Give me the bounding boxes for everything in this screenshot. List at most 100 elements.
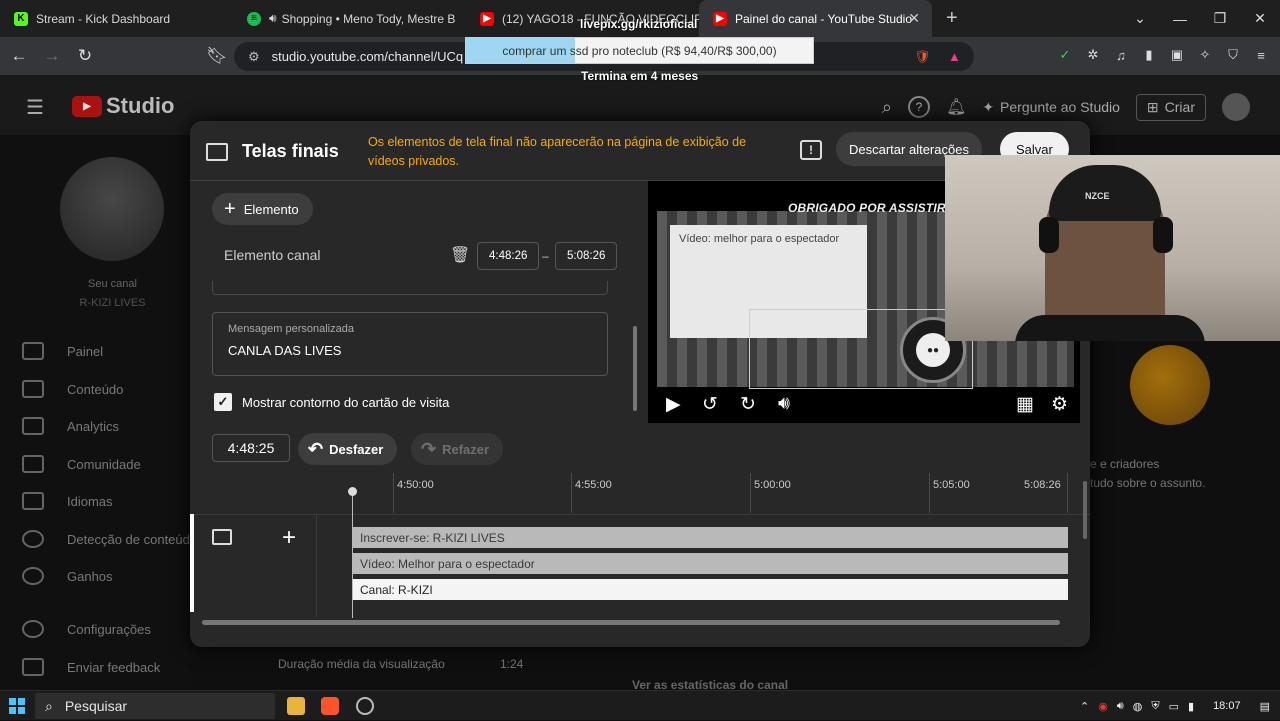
- hamburger-menu-icon[interactable]: ☰: [26, 95, 44, 120]
- file-explorer-icon[interactable]: [287, 697, 305, 715]
- undo-button[interactable]: ↶ Desfazer: [298, 433, 398, 465]
- clock[interactable]: 18:07: [1213, 700, 1241, 712]
- browser-tab-shopping[interactable]: ≡ 🔊︎ Shopping • Meno Tody, Mestre B: [233, 0, 466, 37]
- menu-icon[interactable]: ≡: [1252, 46, 1270, 64]
- sidebar-item-ganhos[interactable]: Ganhos: [22, 567, 113, 585]
- sidebar-item-comunidade[interactable]: Comunidade: [22, 455, 141, 473]
- chevron-up-icon[interactable]: ⌃: [1080, 700, 1089, 713]
- timeline-horizontal-scrollbar[interactable]: [202, 620, 1060, 625]
- show-outline-checkbox[interactable]: ✓: [214, 393, 232, 411]
- display-icon[interactable]: ▭: [1169, 700, 1179, 713]
- custom-message-field[interactable]: Mensagem personalizada CANLA DAS LIVES: [212, 312, 608, 376]
- brave-rewards-icon[interactable]: ▲: [948, 49, 961, 64]
- sidebar-item-feedback[interactable]: Enviar feedback: [22, 658, 160, 676]
- subtitles-icon: [22, 492, 44, 510]
- search-icon[interactable]: ⌕: [882, 97, 892, 118]
- feedback-icon: [22, 658, 44, 676]
- trash-icon[interactable]: 🗑︎: [450, 245, 470, 265]
- close-window-button[interactable]: ✕: [1240, 10, 1280, 27]
- sidebar-item-analytics[interactable]: Analytics: [22, 417, 119, 435]
- windows-start-icon[interactable]: [9, 698, 25, 714]
- timeline-track-video[interactable]: Vídeo: Melhor para o espectador: [353, 553, 1068, 574]
- sidebar-item-conteudo[interactable]: Conteúdo: [22, 380, 123, 398]
- browser-tab-kick[interactable]: K Stream - Kick Dashboard: [0, 0, 233, 37]
- notifications-icon[interactable]: ▤: [1260, 700, 1270, 713]
- brave-shield-icon[interactable]: 🛡︎: [914, 49, 931, 65]
- new-tab-button[interactable]: +: [946, 7, 958, 30]
- feedback-icon[interactable]: !: [800, 140, 822, 160]
- add-element-button[interactable]: + Elemento: [212, 193, 313, 225]
- channel-avatar[interactable]: [60, 157, 164, 261]
- bookmark-icon[interactable]: 🔖︎: [203, 46, 231, 66]
- bell-icon[interactable]: 🔔︎: [946, 97, 966, 117]
- music-icon[interactable]: ♫: [1112, 46, 1130, 64]
- editor-scrollbar[interactable]: [633, 326, 637, 411]
- timeline-track-subscribe[interactable]: Inscrever-se: R-KIZI LIVES: [353, 527, 1068, 548]
- sidebar-icon[interactable]: ▮: [1140, 46, 1158, 64]
- battery-icon[interactable]: ▮: [1188, 700, 1194, 713]
- sidebar-item-label: Painel: [67, 343, 104, 359]
- network-icon[interactable]: ◍: [1133, 700, 1143, 713]
- system-tray: ⌃ ◉ 🔊︎ ◍ ⛨ ▭ ▮ 18:07 ▤: [1080, 691, 1270, 721]
- url-text: studio.youtube.com/channel/UCq: [271, 49, 464, 64]
- forward-button[interactable]: →: [38, 46, 66, 66]
- settings-gear-icon[interactable]: ⚙: [1051, 393, 1068, 416]
- avg-duration-value: 1:24: [500, 657, 524, 671]
- tray-app-icon[interactable]: ◉: [1098, 700, 1108, 713]
- vpn-icon[interactable]: ⛉: [1224, 46, 1242, 64]
- reload-button[interactable]: ↻: [71, 46, 99, 66]
- defender-icon[interactable]: ⛨: [1151, 700, 1159, 713]
- forward-10-icon[interactable]: ↻: [740, 393, 756, 416]
- redo-button[interactable]: ↷ Refazer: [411, 433, 504, 465]
- rewind-10-icon[interactable]: ↺: [702, 393, 718, 416]
- obs-icon[interactable]: [356, 697, 374, 715]
- puzzle-icon[interactable]: ✲: [1084, 46, 1102, 64]
- speaker-icon: 🔊︎: [269, 11, 277, 25]
- kick-icon: K: [14, 11, 28, 26]
- donation-goal-ends: Termina em 4 meses: [581, 69, 699, 83]
- play-icon[interactable]: ▶: [666, 393, 681, 416]
- video-card-label: Vídeo: melhor para o espectador: [679, 233, 840, 245]
- end-time-input[interactable]: 5:08:26: [555, 242, 618, 270]
- tab-search-chevron-icon[interactable]: ⌄: [1120, 10, 1160, 27]
- sidebar-item-configuracoes[interactable]: Configurações: [22, 620, 151, 638]
- earnings-icon: [22, 567, 44, 585]
- extension-icon[interactable]: ✓: [1056, 46, 1074, 64]
- timeline-vertical-scrollbar[interactable]: [1083, 481, 1087, 539]
- playhead-handle[interactable]: [348, 487, 357, 496]
- brave-browser-icon[interactable]: [321, 697, 339, 715]
- create-button[interactable]: ⊞ Criar: [1135, 93, 1206, 121]
- minimize-button[interactable]: —: [1160, 11, 1200, 27]
- help-icon[interactable]: ?: [908, 96, 930, 118]
- shirt: [1015, 315, 1205, 341]
- browser-tab-youtube-studio[interactable]: ▶ Painel do canal - YouTube Studio ✕: [699, 0, 932, 37]
- sidebar-item-deteccao[interactable]: Detecção de conteúdo: [22, 530, 197, 548]
- start-time-input[interactable]: 4:48:26: [477, 242, 540, 270]
- studio-logo[interactable]: ▶ Studio: [72, 93, 174, 119]
- current-time-input[interactable]: 4:48:25: [212, 434, 290, 462]
- account-avatar[interactable]: [1222, 93, 1250, 121]
- timeline-track-channel[interactable]: Canal: R-KIZI: [353, 579, 1068, 600]
- close-tab-icon[interactable]: ✕: [908, 10, 920, 27]
- back-button[interactable]: ←: [5, 46, 33, 66]
- livepix-url: livepix.gg/rkizioficial: [580, 17, 698, 31]
- volume-tray-icon[interactable]: 🔊︎: [1117, 700, 1124, 713]
- collapsed-field[interactable]: [212, 281, 608, 295]
- grid-icon[interactable]: ▦: [1016, 393, 1034, 416]
- taskbar-search[interactable]: ⌕ Pesquisar: [35, 693, 275, 719]
- sidebar-item-label: Comunidade: [67, 456, 141, 472]
- sidebar-item-label: Analytics: [67, 418, 120, 434]
- site-info-icon[interactable]: ⚙: [248, 49, 260, 65]
- donation-goal-bar: comprar um ssd pro noteclub (R$ 94,40/R$…: [465, 37, 814, 64]
- copyright-icon: [22, 530, 44, 548]
- add-track-icon[interactable]: +: [282, 524, 296, 552]
- ask-studio-button[interactable]: ✦ Pergunte ao Studio: [982, 99, 1120, 116]
- leo-icon[interactable]: ✧: [1196, 46, 1214, 64]
- sidebar-item-painel[interactable]: Painel: [22, 342, 103, 360]
- restore-button[interactable]: ❐: [1200, 10, 1240, 27]
- header-actions: ⌕ ? 🔔︎ ✦ Pergunte ao Studio ⊞ Criar: [882, 93, 1250, 121]
- sidebar-item-idiomas[interactable]: Idiomas: [22, 492, 113, 510]
- volume-icon[interactable]: 🔊︎: [778, 393, 790, 415]
- wallet-icon[interactable]: ▣: [1168, 46, 1186, 64]
- timeline-selected-indicator: [190, 514, 194, 612]
